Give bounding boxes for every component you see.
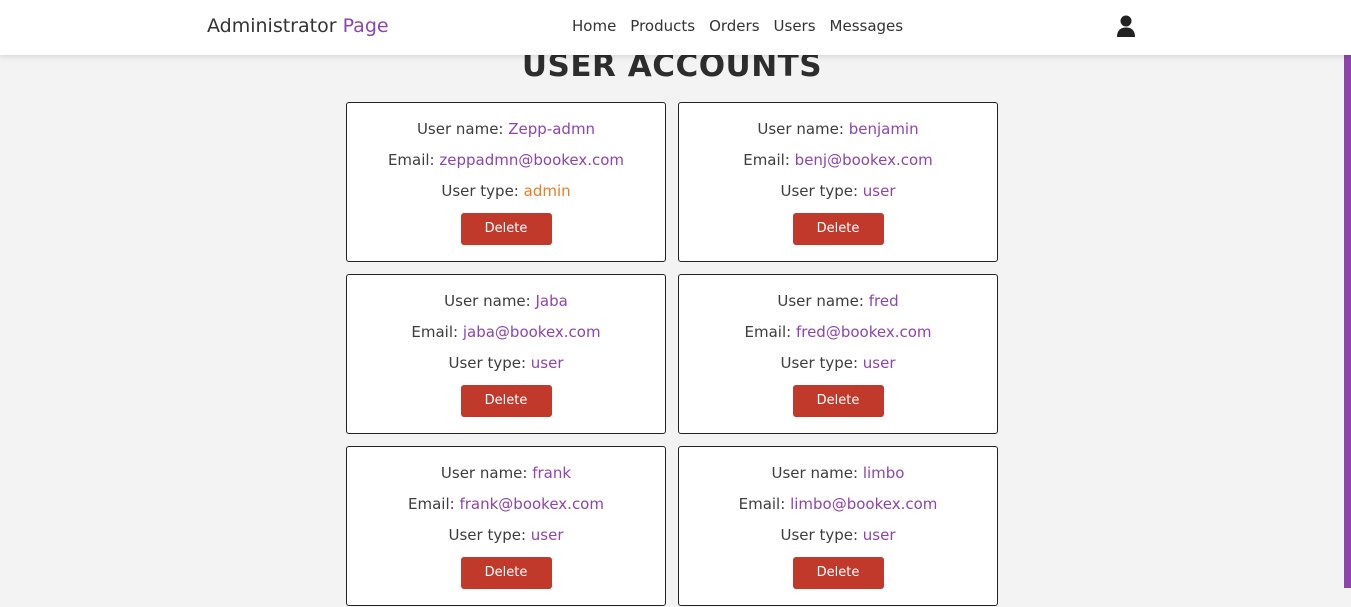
email-value: jaba@bookex.com [462, 323, 601, 341]
user-card: User name: limbo Email: limbo@bookex.com… [678, 446, 998, 606]
user-type-label: User type: [780, 354, 863, 372]
user-type-label: User type: [780, 182, 863, 200]
user-name-value: benjamin [848, 120, 919, 138]
user-card: User name: Zepp-admn Email: zeppadmn@boo… [346, 102, 666, 262]
user-type-label: User type: [448, 526, 531, 544]
user-name-value: Zepp-admn [508, 120, 596, 138]
delete-button[interactable]: Delete [460, 557, 552, 589]
user-type-value: user [862, 182, 896, 200]
nav-users[interactable]: Users [774, 17, 816, 35]
user-name-value: limbo [862, 464, 905, 482]
user-type-value: user [862, 354, 896, 372]
user-name-label: User name: [440, 464, 533, 482]
user-card: User name: Jaba Email: jaba@bookex.com U… [346, 274, 666, 434]
user-name-label: User name: [771, 464, 863, 482]
nav-home[interactable]: Home [572, 17, 616, 35]
user-name-row: User name: Zepp-admn [347, 119, 665, 150]
user-name-value: fred [868, 292, 899, 310]
user-type-value: user [530, 354, 564, 372]
email-row: Email: frank@bookex.com [347, 494, 665, 525]
top-header: Administrator Page Home Products Orders … [0, 0, 1351, 55]
main-nav: Home Products Orders Users Messages [572, 17, 917, 35]
user-type-value: user [530, 526, 564, 544]
user-type-label: User type: [448, 354, 531, 372]
email-row: Email: zeppadmn@bookex.com [347, 150, 665, 181]
email-label: Email: [408, 495, 460, 513]
user-type-value: admin [523, 182, 571, 200]
user-name-row: User name: Jaba [347, 291, 665, 322]
user-type-row: User type: user [347, 353, 665, 384]
user-name-row: User name: benjamin [679, 119, 997, 150]
email-label: Email: [738, 495, 791, 513]
user-type-row: User type: user [679, 525, 997, 556]
user-name-label: User name: [757, 120, 849, 138]
email-label: Email: [411, 323, 463, 341]
email-row: Email: fred@bookex.com [679, 322, 997, 353]
email-value: fred@bookex.com [795, 323, 932, 341]
user-name-value: Jaba [535, 292, 568, 310]
user-card: User name: benjamin Email: benj@bookex.c… [678, 102, 998, 262]
nav-products[interactable]: Products [630, 17, 695, 35]
email-label: Email: [387, 151, 440, 169]
user-name-row: User name: frank [347, 463, 665, 494]
user-name-label: User name: [444, 292, 536, 310]
delete-button[interactable]: Delete [460, 213, 552, 245]
email-label: Email: [744, 323, 796, 341]
nav-messages[interactable]: Messages [830, 17, 904, 35]
user-type-row: User type: user [679, 353, 997, 384]
user-name-value: frank [532, 464, 572, 482]
email-row: Email: jaba@bookex.com [347, 322, 665, 353]
user-name-label: User name: [777, 292, 869, 310]
user-card: User name: fred Email: fred@bookex.com U… [678, 274, 998, 434]
user-icon[interactable] [1116, 15, 1136, 37]
user-name-row: User name: fred [679, 291, 997, 322]
user-type-label: User type: [441, 182, 524, 200]
user-type-row: User type: user [679, 181, 997, 212]
email-value: benj@bookex.com [794, 151, 933, 169]
user-type-row: User type: user [347, 525, 665, 556]
email-value: frank@bookex.com [459, 495, 604, 513]
user-name-row: User name: limbo [679, 463, 997, 494]
logo-main-text: Administrator [207, 15, 337, 37]
user-type-label: User type: [780, 526, 863, 544]
user-type-row: User type: admin [347, 181, 665, 212]
site-logo[interactable]: Administrator Page [207, 15, 389, 37]
delete-button[interactable]: Delete [792, 213, 884, 245]
user-card: User name: frank Email: frank@bookex.com… [346, 446, 666, 606]
delete-button[interactable]: Delete [792, 557, 884, 589]
page-scrollbar[interactable] [1344, 28, 1351, 588]
delete-button[interactable]: Delete [460, 385, 552, 417]
user-name-label: User name: [416, 120, 509, 138]
email-row: Email: limbo@bookex.com [679, 494, 997, 525]
delete-button[interactable]: Delete [792, 385, 884, 417]
email-value: zeppadmn@bookex.com [439, 151, 625, 169]
user-type-value: user [862, 526, 896, 544]
email-value: limbo@bookex.com [790, 495, 938, 513]
email-label: Email: [743, 151, 795, 169]
email-row: Email: benj@bookex.com [679, 150, 997, 181]
nav-orders[interactable]: Orders [709, 17, 759, 35]
user-accounts-grid: User name: Zepp-admn Email: zeppadmn@boo… [346, 102, 998, 606]
logo-accent-text: Page [342, 15, 389, 37]
